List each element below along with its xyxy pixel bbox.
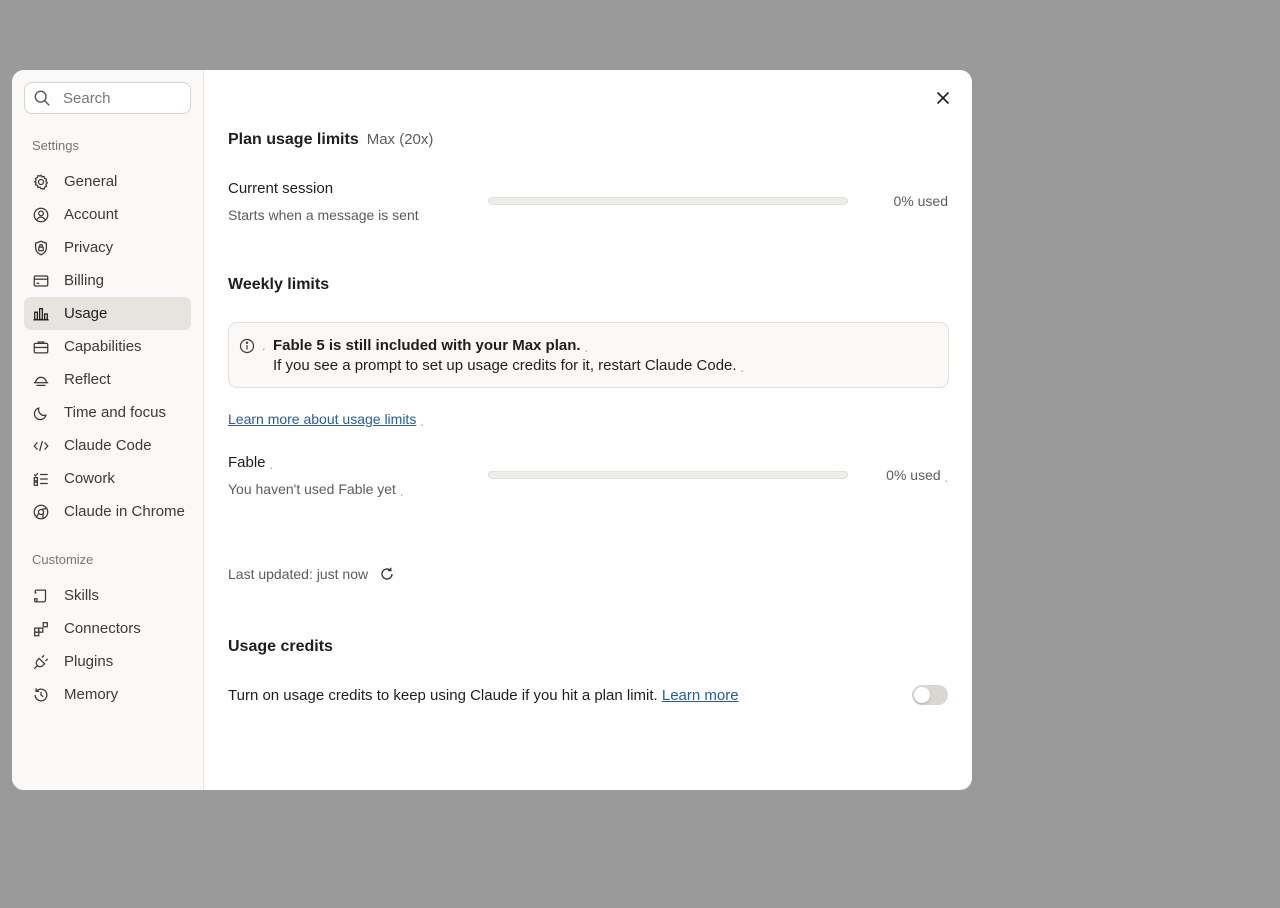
sidebar-item-cowork[interactable]: Cowork xyxy=(24,462,191,495)
session-subtext: Starts when a message is sent xyxy=(228,207,419,223)
sidebar-item-capabilities[interactable]: Capabilities xyxy=(24,330,191,363)
search-icon xyxy=(34,90,50,106)
credit-card-icon xyxy=(32,272,50,290)
session-label: Current session xyxy=(228,180,334,197)
session-used-text: 0% used xyxy=(893,193,948,209)
fable-subtext: You haven't used Fable yet ˯ xyxy=(228,481,404,497)
sidebar-item-general[interactable]: General xyxy=(24,165,191,198)
search-input[interactable] xyxy=(63,89,183,107)
credits-title: Usage credits xyxy=(228,638,333,655)
sidebar-item-time-and-focus[interactable]: Time and focus xyxy=(24,396,191,429)
sidebar-item-reflect[interactable]: Reflect xyxy=(24,363,191,396)
sidebar-item-label: Privacy xyxy=(64,239,114,256)
sidebar-item-claude-code[interactable]: Claude Code xyxy=(24,429,191,462)
refresh-icon[interactable] xyxy=(379,566,395,582)
settings-sidebar: Settings General Account Privacy Billing… xyxy=(12,70,204,790)
tick-mark: ˯ xyxy=(262,340,266,351)
settings-nav: General Account Privacy Billing Usage Ca… xyxy=(24,165,191,528)
sidebar-item-label: Reflect xyxy=(64,371,111,388)
sidebar-item-usage[interactable]: Usage xyxy=(24,297,191,330)
moon-icon xyxy=(32,404,50,422)
sidebar-item-claude-in-chrome[interactable]: Claude in Chrome xyxy=(24,495,191,528)
checklist-icon xyxy=(32,470,50,488)
sidebar-item-label: Account xyxy=(64,206,119,223)
learn-more-usage-limits[interactable]: Learn more about usage limits ˯ xyxy=(228,411,424,427)
code-icon xyxy=(32,437,50,455)
plan-header: Plan usage limits Max (20x) xyxy=(228,131,433,149)
fable-progress-bar xyxy=(488,471,848,479)
info-icon xyxy=(239,338,255,354)
gear-icon xyxy=(32,173,50,191)
shield-lock-icon xyxy=(32,239,50,257)
close-icon[interactable] xyxy=(934,89,952,107)
sidebar-item-label: Claude Code xyxy=(64,437,152,454)
sidebar-item-label: Plugins xyxy=(64,653,114,670)
sidebar-item-label: Billing xyxy=(64,272,105,289)
sidebar-item-label: Skills xyxy=(64,587,100,604)
settings-group-label: Settings xyxy=(32,138,79,153)
fable-notice: ˯ Fable 5 is still included with your Ma… xyxy=(228,322,949,388)
last-updated-text: Last updated: just now xyxy=(228,566,369,582)
fable-label: Fable ˯ xyxy=(228,454,273,471)
sidebar-item-label: Memory xyxy=(64,686,119,703)
sidebar-item-skills[interactable]: Skills xyxy=(24,579,191,612)
notice-bold-text: Fable 5 is still included with your Max … xyxy=(273,337,588,354)
settings-modal: Settings General Account Privacy Billing… xyxy=(12,70,972,790)
scroll-icon xyxy=(32,587,50,605)
sidebar-item-label: Capabilities xyxy=(64,338,142,355)
credits-learn-more-link[interactable]: Learn more xyxy=(662,687,739,704)
plan-name: Max (20x) xyxy=(366,131,434,148)
customize-group-label: Customize xyxy=(32,552,94,567)
fable-used-text: 0% used ˯ xyxy=(886,467,948,483)
sidebar-item-memory[interactable]: Memory xyxy=(24,678,191,711)
toggle-knob xyxy=(914,687,930,703)
sidebar-item-label: Claude in Chrome xyxy=(64,503,185,520)
sidebar-item-connectors[interactable]: Connectors xyxy=(24,612,191,645)
sidebar-item-account[interactable]: Account xyxy=(24,198,191,231)
sidebar-item-label: Cowork xyxy=(64,470,115,487)
sidebar-item-privacy[interactable]: Privacy xyxy=(24,231,191,264)
briefcase-icon xyxy=(32,338,50,356)
sidebar-item-label: Usage xyxy=(64,305,108,322)
sidebar-item-label: Connectors xyxy=(64,620,141,637)
search-box[interactable] xyxy=(24,82,191,114)
customize-nav: Skills Connectors Plugins Memory xyxy=(24,579,191,711)
learn-more-usage-limits-link[interactable]: Learn more about usage limits xyxy=(228,411,416,427)
sidebar-item-label: General xyxy=(64,173,118,190)
sunrise-icon xyxy=(32,371,50,389)
last-updated: Last updated: just now xyxy=(228,566,395,582)
credits-description: Turn on usage credits to keep using Clau… xyxy=(228,687,739,704)
weekly-title: Weekly limits xyxy=(228,276,330,293)
blocks-icon xyxy=(32,620,50,638)
plug-icon xyxy=(32,653,50,671)
globe-icon xyxy=(32,503,50,521)
sidebar-item-plugins[interactable]: Plugins xyxy=(24,645,191,678)
usage-credits-toggle[interactable] xyxy=(912,685,948,705)
session-progress-bar xyxy=(488,197,848,205)
usage-content: Plan usage limits Max (20x) Current sess… xyxy=(204,70,972,790)
plan-title: Plan usage limits xyxy=(228,131,359,148)
history-icon xyxy=(32,686,50,704)
user-circle-icon xyxy=(32,206,50,224)
notice-text: If you see a prompt to set up usage cred… xyxy=(273,357,744,374)
bar-chart-icon xyxy=(32,305,50,323)
sidebar-item-label: Time and focus xyxy=(64,404,166,421)
sidebar-item-billing[interactable]: Billing xyxy=(24,264,191,297)
